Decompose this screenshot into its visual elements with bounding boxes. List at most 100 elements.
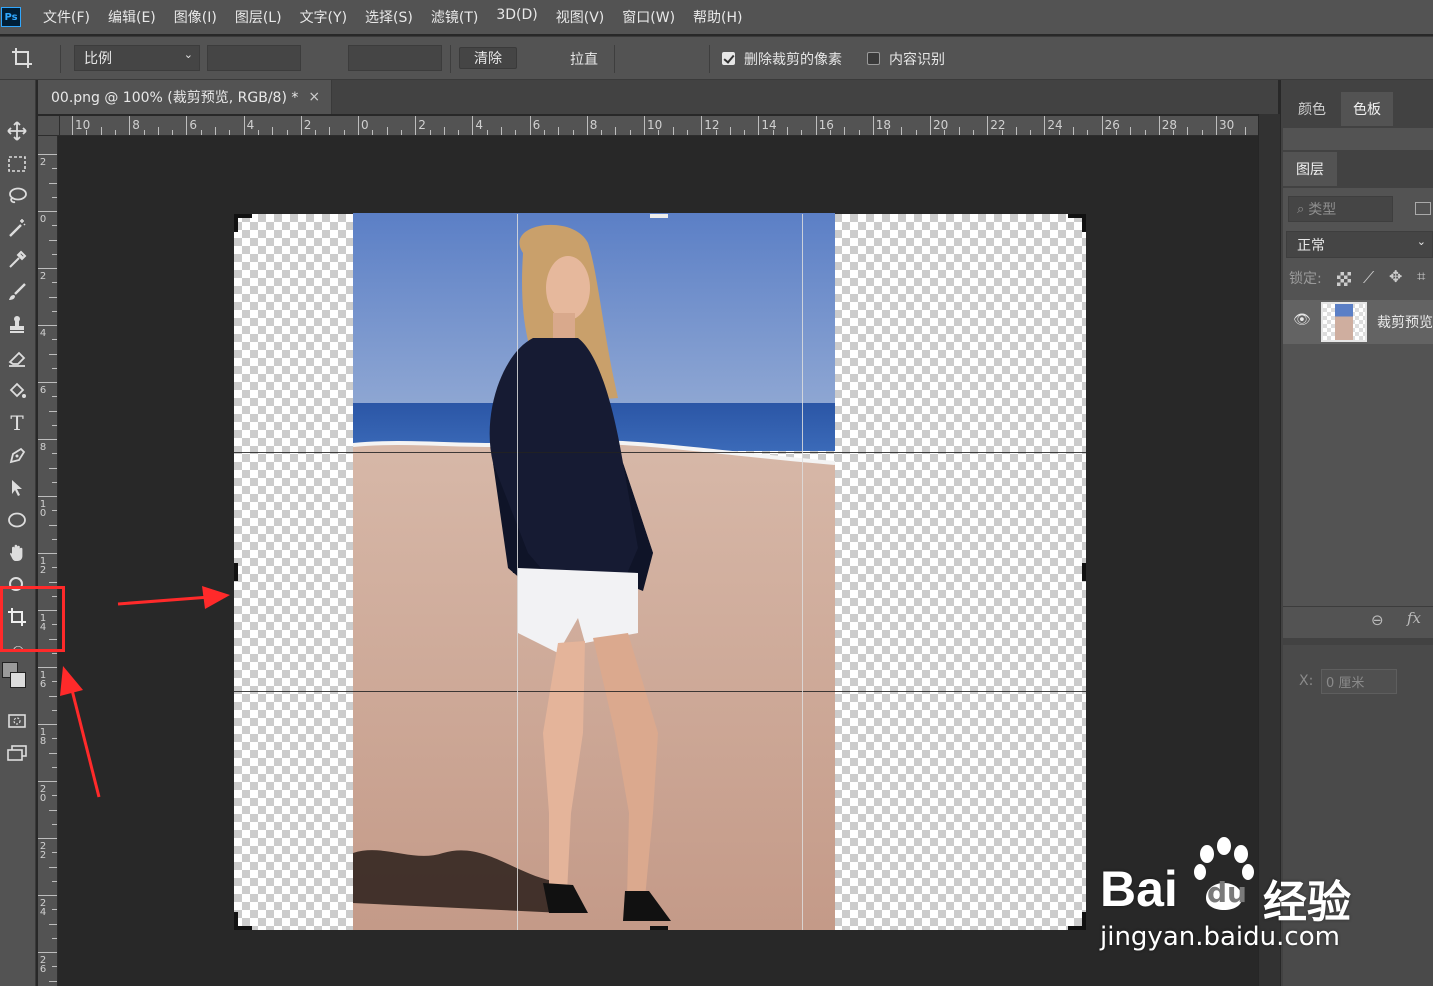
- ruler-tick: [987, 116, 989, 135]
- link-layers-icon[interactable]: ⊖: [1371, 611, 1384, 629]
- ruler-minor-tick: [658, 130, 660, 135]
- ratio-select[interactable]: 比例 ⌄: [74, 45, 200, 71]
- ruler-minor-tick: [52, 367, 57, 369]
- ruler-minor-tick: [1144, 130, 1146, 135]
- ruler-minor-tick: [52, 168, 57, 170]
- ruler-tick: [38, 325, 57, 326]
- crop-tool-highlight-box: [0, 586, 65, 652]
- fx-icon[interactable]: fx: [1407, 609, 1421, 627]
- eyedropper-icon[interactable]: [3, 247, 31, 273]
- hand-tool-icon[interactable]: [3, 540, 31, 566]
- menu-item[interactable]: 选择(S): [365, 7, 413, 27]
- ruler-label: 26: [39, 955, 47, 975]
- lock-artboard-icon[interactable]: ⌗: [1417, 267, 1425, 285]
- ratio-width-input[interactable]: [207, 45, 301, 71]
- straighten-label[interactable]: 拉直: [570, 49, 598, 69]
- crop-grid-line: [234, 691, 1086, 692]
- content-aware-checkbox[interactable]: [867, 52, 880, 65]
- ruler-minor-tick: [1001, 130, 1003, 135]
- ruler-label: 0: [361, 118, 369, 132]
- menu-item[interactable]: 编辑(E): [108, 7, 156, 27]
- ruler-minor-tick: [49, 581, 57, 583]
- ruler-minor-tick: [52, 196, 57, 198]
- ruler-minor-tick: [49, 866, 57, 868]
- crop-handle-left[interactable]: [234, 563, 238, 581]
- crop-handle-right[interactable]: [1082, 563, 1086, 581]
- menu-item[interactable]: 文件(F): [43, 7, 90, 27]
- ruler-tick: [38, 724, 57, 725]
- ruler-tick: [358, 116, 359, 135]
- marquee-tool-icon[interactable]: [3, 151, 31, 177]
- layer-filter-select[interactable]: ⌕ 类型: [1288, 196, 1393, 222]
- ruler-minor-tick: [1015, 127, 1017, 135]
- menu-item[interactable]: 滤镜(T): [431, 7, 478, 27]
- ruler-label: 12: [704, 118, 720, 132]
- menu-item[interactable]: 图层(L): [235, 7, 282, 27]
- horizontal-ruler[interactable]: 10 8 6 4 2 0 2 4 6 8 10 12 14 16 18 20 22 24 26 28 30: [60, 116, 1260, 136]
- lasso-tool-icon[interactable]: [3, 183, 31, 209]
- background-color-swatch[interactable]: [10, 672, 26, 688]
- ruler-minor-tick: [52, 225, 57, 227]
- crop-handle-top[interactable]: [650, 214, 668, 218]
- lock-transparency-icon[interactable]: [1337, 272, 1351, 286]
- ruler-minor-tick: [100, 127, 102, 135]
- tab-color[interactable]: 颜色: [1283, 92, 1341, 126]
- layer-name[interactable]: 裁剪预览: [1377, 312, 1433, 332]
- layer-row[interactable]: 👁 裁剪预览: [1283, 300, 1433, 344]
- ruler-minor-tick: [1087, 130, 1089, 135]
- crop-handle-bottom[interactable]: [650, 926, 668, 930]
- tab-layers[interactable]: 图层: [1283, 152, 1337, 186]
- document-tab[interactable]: 00.png @ 100% (裁剪预览, RGB/8) * ×: [38, 80, 332, 114]
- blend-mode-select[interactable]: 正常 ⌄: [1286, 231, 1433, 258]
- crop-handle-bottom-right[interactable]: [1082, 912, 1086, 930]
- screen-mode-icon[interactable]: [3, 740, 31, 766]
- pen-tool-icon[interactable]: [3, 443, 31, 469]
- ruler-tick: [815, 116, 817, 135]
- options-bar: 比例 ⌄ 清除 拉直 删除裁剪的像素 内容识别: [0, 36, 1433, 106]
- ruler-minor-tick: [601, 130, 603, 135]
- ruler-minor-tick: [52, 738, 57, 740]
- ruler-minor-tick: [49, 809, 57, 811]
- eye-icon[interactable]: 👁: [1293, 312, 1311, 328]
- path-selection-icon[interactable]: [3, 475, 31, 501]
- lock-pixels-icon[interactable]: ⟋: [1363, 268, 1374, 288]
- ruler-origin[interactable]: [38, 116, 60, 136]
- ruler-label: 10: [647, 118, 663, 132]
- crop-handle-top-left[interactable]: [234, 214, 238, 232]
- brush-tool-icon[interactable]: [3, 279, 31, 305]
- magic-wand-icon[interactable]: [3, 215, 31, 241]
- lock-position-icon[interactable]: ✥: [1389, 267, 1402, 286]
- stamp-tool-icon[interactable]: [3, 311, 31, 337]
- ruler-minor-tick: [52, 852, 57, 854]
- menu-item[interactable]: 3D(D): [496, 7, 537, 27]
- layer-thumbnail: [1321, 302, 1367, 342]
- image-filter-icon[interactable]: [1415, 202, 1431, 215]
- type-tool-icon[interactable]: T: [3, 410, 31, 436]
- delete-cropped-pixels-checkbox[interactable]: [722, 52, 735, 65]
- paint-bucket-icon[interactable]: [3, 378, 31, 404]
- crop-handle-top-right[interactable]: [1082, 214, 1086, 232]
- eraser-tool-icon[interactable]: [3, 345, 31, 371]
- ruler-minor-tick: [215, 127, 216, 135]
- quick-mask-icon[interactable]: [3, 708, 31, 734]
- ruler-label: 24: [39, 898, 47, 918]
- ruler-label: 4: [39, 328, 47, 339]
- menu-item[interactable]: 帮助(H): [693, 7, 742, 27]
- ruler-minor-tick: [572, 130, 574, 135]
- menu-item[interactable]: 图像(I): [174, 7, 217, 27]
- vertical-ruler[interactable]: 2 0 2 4 6 8 10 12 14 16 18 20 22 24 26: [38, 136, 58, 986]
- x-input[interactable]: 0 厘米: [1321, 669, 1397, 694]
- menu-item[interactable]: 文字(Y): [300, 7, 347, 27]
- clear-button[interactable]: 清除: [459, 47, 517, 69]
- menu-item[interactable]: 窗口(W): [622, 7, 675, 27]
- close-icon[interactable]: ×: [308, 89, 320, 105]
- ratio-height-input[interactable]: [348, 45, 442, 71]
- ruler-label: 4: [475, 118, 484, 132]
- menu-item[interactable]: 视图(V): [556, 7, 605, 27]
- ellipse-tool-icon[interactable]: [3, 507, 31, 533]
- crop-handle-bottom-left[interactable]: [234, 912, 238, 930]
- ruler-minor-tick: [52, 709, 57, 711]
- move-tool-icon[interactable]: [3, 118, 31, 144]
- crop-tool-preset-icon[interactable]: [8, 45, 36, 71]
- tab-swatches[interactable]: 色板: [1341, 92, 1393, 126]
